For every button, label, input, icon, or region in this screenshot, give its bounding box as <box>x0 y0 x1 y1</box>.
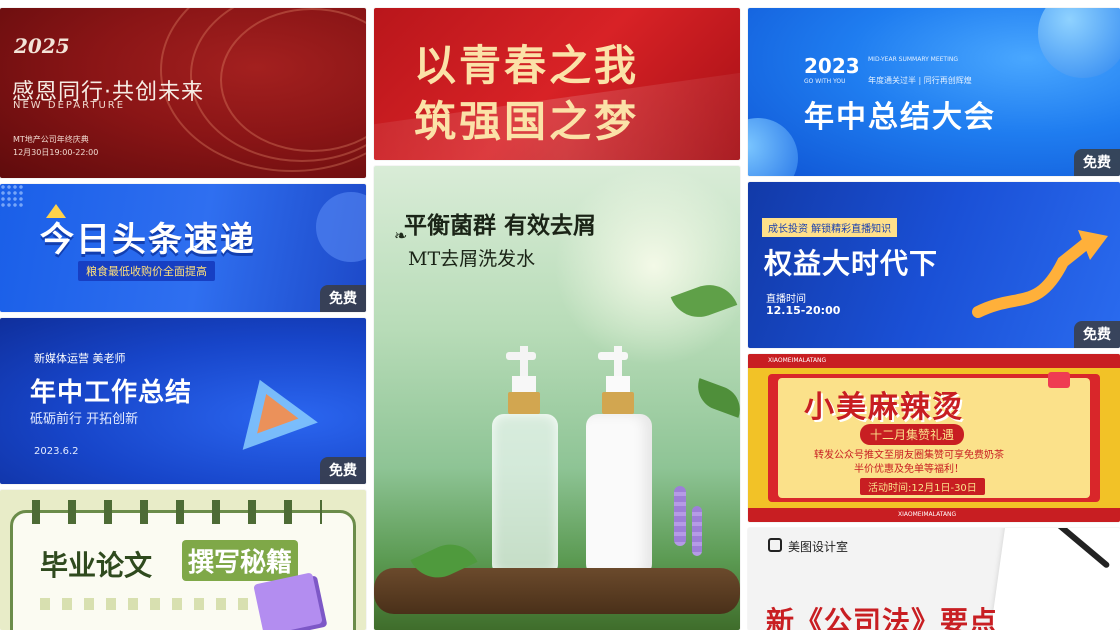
sphere-decoration <box>1038 8 1120 78</box>
event-name: MT地产公司年终庆典 <box>13 135 89 144</box>
arrow-chart-icon <box>972 230 1108 318</box>
card-line-2: 筑强国之梦 <box>414 97 640 146</box>
card-title: 新《公司法》要点 <box>766 605 999 630</box>
logo-icon <box>768 538 782 552</box>
template-card-malatang[interactable]: XIAOMEIMALATANG XIAOMEIMALATANG 小美麻辣烫 十二… <box>748 354 1120 522</box>
card-date: 2023.6.2 <box>34 446 79 457</box>
card-title: 权益大时代下 <box>764 247 939 280</box>
go-with-you: GO WITH YOU <box>804 78 846 85</box>
template-card-thesis-guide[interactable]: 毕业论文 撰写秘籍 <box>0 490 366 630</box>
card-title: 平衡菌群 有效去屑 <box>404 212 597 239</box>
template-card-work-summary[interactable]: 新媒体运营 美老师 年中工作总结 砥砺前行 开拓创新 2023.6.2 免费 <box>0 318 366 484</box>
free-badge: 免费 <box>1074 321 1120 348</box>
card-title: 今日头条速递 <box>40 220 256 260</box>
card-subtitle: MT去屑洗发水 <box>408 248 536 270</box>
dot-pattern <box>0 184 24 208</box>
heart-chat-icon <box>1048 372 1070 388</box>
template-card-summary-meeting[interactable]: 2023 MID-YEAR SUMMARY MEETING GO WITH YO… <box>748 8 1120 176</box>
template-card-equity-live[interactable]: 成长投资 解锁精彩直播知识 权益大时代下 直播时间 12.15-20:00 免费 <box>748 182 1120 348</box>
lavender-decoration <box>692 506 702 556</box>
card-subtitle: NEW DEPARTURE <box>13 100 126 111</box>
english-subtitle: MID-YEAR SUMMARY MEETING <box>868 56 959 63</box>
free-badge: 免费 <box>320 285 366 312</box>
event-time: 12月30日19:00-22:00 <box>13 148 99 157</box>
lavender-decoration <box>674 486 686 546</box>
card-tag: 新媒体运营 美老师 <box>34 352 126 365</box>
year-label: 2023 <box>804 54 860 78</box>
promo-body-1: 转发公众号推文至朋友圈集赞可享免费奶茶 <box>814 450 1004 461</box>
slogan: 年度通关过半 | 同行再创辉煌 <box>868 76 972 85</box>
card-title: 年中工作总结 <box>30 378 193 408</box>
card-subtitle: 砥砺前行 开拓创新 <box>30 412 139 427</box>
template-card-company-law[interactable]: 美图设计室 新《公司法》要点 <box>748 528 1120 630</box>
card-title-a: 毕业论文 <box>40 549 153 582</box>
brand-strip-top: XIAOMEIMALATANG <box>748 354 1120 368</box>
template-card-headline-news[interactable]: 今日头条速递 粮食最低收购价全面提高 免费 <box>0 184 366 312</box>
template-card-shampoo[interactable]: ❧ 平衡菌群 有效去屑 MT去屑洗发水 <box>374 166 740 630</box>
event-time: 活动时间:12月1日-30日 <box>860 478 985 495</box>
sphere-decoration <box>748 118 798 176</box>
free-badge: 免费 <box>1074 149 1120 176</box>
card-line-1: 以青春之我 <box>414 41 640 90</box>
white-bottle <box>584 346 654 576</box>
card-tag: 成长投资 解锁精彩直播知识 <box>762 218 898 237</box>
brand-name: 美图设计室 <box>788 540 849 554</box>
time-value: 12.15-20:00 <box>766 304 841 317</box>
card-subtitle: 粮食最低收购价全面提高 <box>78 261 215 281</box>
ribbon-label: 十二月集赞礼遇 <box>860 424 965 445</box>
free-badge: 免费 <box>320 457 366 484</box>
card-title: 小美麻辣烫 <box>804 390 964 425</box>
promo-body-2: 半价优惠及免单等福利！ <box>854 464 964 475</box>
clear-bottle <box>492 346 562 576</box>
notebook-rings <box>32 500 322 524</box>
template-card-thank-you[interactable]: 2025 感恩同行·共创未来 NEW DEPARTURE MT地产公司年终庆典 … <box>0 8 366 178</box>
card-title-b: 撰写秘籍 <box>182 540 299 581</box>
leaf-decoration <box>691 378 740 418</box>
time-label: 直播时间 <box>766 294 806 305</box>
paper-sheet <box>989 528 1120 630</box>
year-logo: 2025 <box>14 34 70 58</box>
circle-decoration <box>316 192 366 262</box>
card-title: 年中总结大会 <box>804 100 996 135</box>
sunlight-glow <box>554 166 740 366</box>
brand-strip-bottom: XIAOMEIMALATANG <box>748 508 1120 522</box>
template-card-youth-dream[interactable]: 以青春之我 筑强国之梦 <box>374 8 740 160</box>
